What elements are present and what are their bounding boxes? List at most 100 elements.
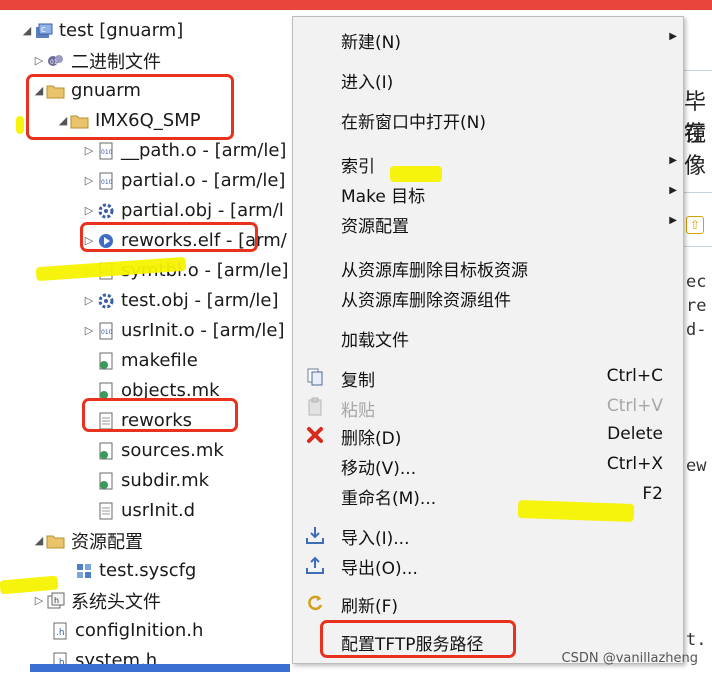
tree-bottom-scrollbar[interactable] — [30, 664, 290, 672]
highlight-mark — [390, 166, 442, 182]
menu-item-remove-board-resource[interactable]: 从资源库删除目标板资源 — [293, 253, 683, 281]
menu-item-copy[interactable]: 复制 Ctrl+C — [293, 363, 683, 391]
menu-item-label: 索引 — [341, 157, 375, 177]
menu-item-go-into[interactable]: 进入(I) — [293, 65, 683, 93]
menu-item-refresh[interactable]: 刷新(F) — [293, 589, 683, 617]
collapse-arrow-icon[interactable]: ◢ — [32, 534, 46, 547]
submenu-arrow-icon: ▶ — [669, 155, 677, 166]
menu-item-index[interactable]: 索引 ▶ — [293, 149, 683, 177]
gear-file-icon — [96, 292, 116, 310]
editor-divider — [680, 70, 712, 71]
tree-item-label: 二进制文件 — [71, 51, 161, 73]
menu-item-label: 从资源库删除目标板资源 — [341, 261, 528, 281]
watermark: CSDN @vanillazheng — [561, 651, 698, 666]
tree-item-usrinit-d[interactable]: usrInit.d — [82, 496, 195, 525]
menu-item-move[interactable]: 移动(V)... Ctrl+X — [293, 451, 683, 479]
code-line: ew — [686, 456, 707, 476]
expand-arrow-icon[interactable]: ▷ — [82, 324, 96, 337]
tree-item-partial-o[interactable]: ▷ 010 partial.o - [arm/le] — [82, 166, 286, 195]
code-line: ec — [686, 272, 707, 292]
editor-text-line: 镜像 — [684, 122, 707, 179]
code-line: t. — [686, 630, 707, 650]
highlight-mark — [16, 116, 24, 134]
makefile-icon — [96, 442, 116, 460]
shortcut-label: Delete — [607, 424, 663, 444]
tree-item-path-o[interactable]: ▷ 010 __path.o - [arm/le] — [82, 136, 287, 165]
tree-item-label: partial.obj - [arm/l — [121, 200, 284, 221]
menu-item-label: 复制 — [341, 371, 375, 391]
svg-text:010: 010 — [101, 179, 113, 186]
tree-item-label: makefile — [121, 350, 198, 371]
editor-divider — [680, 192, 712, 193]
menu-item-label: 导出(O)... — [341, 559, 418, 579]
tree-item-test-obj[interactable]: ▷ test.obj - [arm/le] — [82, 286, 279, 315]
svg-text:010: 010 — [101, 329, 113, 336]
menu-item-new[interactable]: 新建(N) ▶ — [293, 25, 683, 53]
menu-item-make-targets[interactable]: Make 目标 ▶ — [293, 179, 683, 207]
shortcut-label: Ctrl+V — [606, 396, 663, 416]
tree-item-label: usrInit.o - [arm/le] — [121, 320, 285, 341]
tree-item-label: partial.o - [arm/le] — [121, 170, 286, 191]
makefile-icon — [96, 352, 116, 370]
expand-arrow-icon[interactable]: ▷ — [82, 204, 96, 217]
menu-item-label: 删除(D) — [341, 429, 402, 449]
tree-item-system-includes[interactable]: ▷ h 系统头文件 — [32, 586, 161, 615]
submenu-arrow-icon: ▶ — [669, 215, 677, 226]
menu-item-paste[interactable]: 粘贴 Ctrl+V — [293, 393, 683, 421]
menu-item-open-in-new-window[interactable]: 在新窗口中打开(N) — [293, 105, 683, 133]
menu-item-label: 新建(N) — [341, 33, 401, 53]
object-file-icon: 010 — [96, 322, 116, 340]
annotation-box-reworks — [82, 398, 238, 432]
import-icon — [305, 525, 325, 545]
expand-arrow-icon[interactable]: ▷ — [82, 144, 96, 157]
expand-arrow-icon[interactable]: ▷ — [82, 294, 96, 307]
menu-item-delete[interactable]: 删除(D) Delete — [293, 421, 683, 449]
tree-item-project[interactable]: ◢ C test [gnuarm] — [20, 16, 183, 45]
tree-item-usrinit-o[interactable]: ▷ 010 usrInit.o - [arm/le] — [82, 316, 285, 345]
tree-item-label: configInition.h — [75, 620, 204, 641]
menu-item-load-file[interactable]: 加载文件 — [293, 323, 683, 351]
copy-icon — [305, 367, 325, 387]
expand-arrow-icon[interactable]: ▷ — [32, 594, 46, 607]
window-top-bar — [0, 0, 712, 10]
tree-item-binaries[interactable]: ▷ 01 二进制文件 — [32, 46, 161, 75]
tree-item-label: usrInit.d — [121, 500, 196, 521]
menu-item-label: 导入(I)... — [341, 529, 410, 549]
refresh-icon — [305, 593, 325, 613]
delete-icon — [305, 425, 325, 445]
tree-item-label: sources.mk — [121, 440, 224, 461]
menu-item-label: 粘贴 — [341, 401, 375, 421]
code-line: re — [686, 296, 707, 316]
tree-item-resource-config[interactable]: ◢ 资源配置 — [32, 526, 143, 555]
annotation-box-gnuarm — [26, 74, 234, 140]
shortcut-label: F2 — [642, 484, 663, 504]
expand-arrow-icon[interactable]: ▷ — [32, 54, 46, 67]
annotation-box-tftp — [320, 620, 516, 658]
tree-item-sources-mk[interactable]: sources.mk — [82, 436, 224, 465]
tree-item-label: test.syscfg — [99, 560, 197, 581]
menu-item-import[interactable]: 导入(I)... — [293, 521, 683, 549]
menu-item-resource-config[interactable]: 资源配置 ▶ — [293, 209, 683, 237]
menu-item-export[interactable]: 导出(O)... — [293, 551, 683, 579]
editor-divider — [680, 246, 712, 247]
menu-item-label: 进入(I) — [341, 73, 394, 93]
tree-item-test-syscfg[interactable]: test.syscfg — [60, 556, 196, 585]
menu-item-label: 重命名(M)... — [341, 489, 437, 509]
expand-arrow-icon[interactable]: ▷ — [82, 174, 96, 187]
submenu-arrow-icon: ▶ — [669, 31, 677, 42]
menu-item-label: 从资源库删除资源组件 — [341, 291, 511, 311]
shortcut-label: Ctrl+C — [606, 366, 663, 386]
collapse-arrow-icon[interactable]: ◢ — [20, 24, 34, 37]
tree-item-makefile[interactable]: makefile — [82, 346, 198, 375]
folder-icon — [46, 532, 66, 550]
menu-item-label: 加载文件 — [341, 331, 409, 351]
tree-item-label: test.obj - [arm/le] — [121, 290, 279, 311]
editor-area: 毕在 镜像 ⇧ ec re d- ew t. — [680, 10, 712, 678]
tree-item-partial-obj[interactable]: ▷ partial.obj - [arm/l — [82, 196, 284, 225]
tree-item-label: 系统头文件 — [71, 591, 161, 613]
tree-item-configinition-h[interactable]: .h configInition.h — [36, 616, 203, 645]
code-line: d- — [686, 320, 707, 340]
tree-item-subdir-mk[interactable]: subdir.mk — [82, 466, 209, 495]
menu-item-remove-resource-component[interactable]: 从资源库删除资源组件 — [293, 283, 683, 311]
up-arrow-icon[interactable]: ⇧ — [686, 216, 704, 234]
